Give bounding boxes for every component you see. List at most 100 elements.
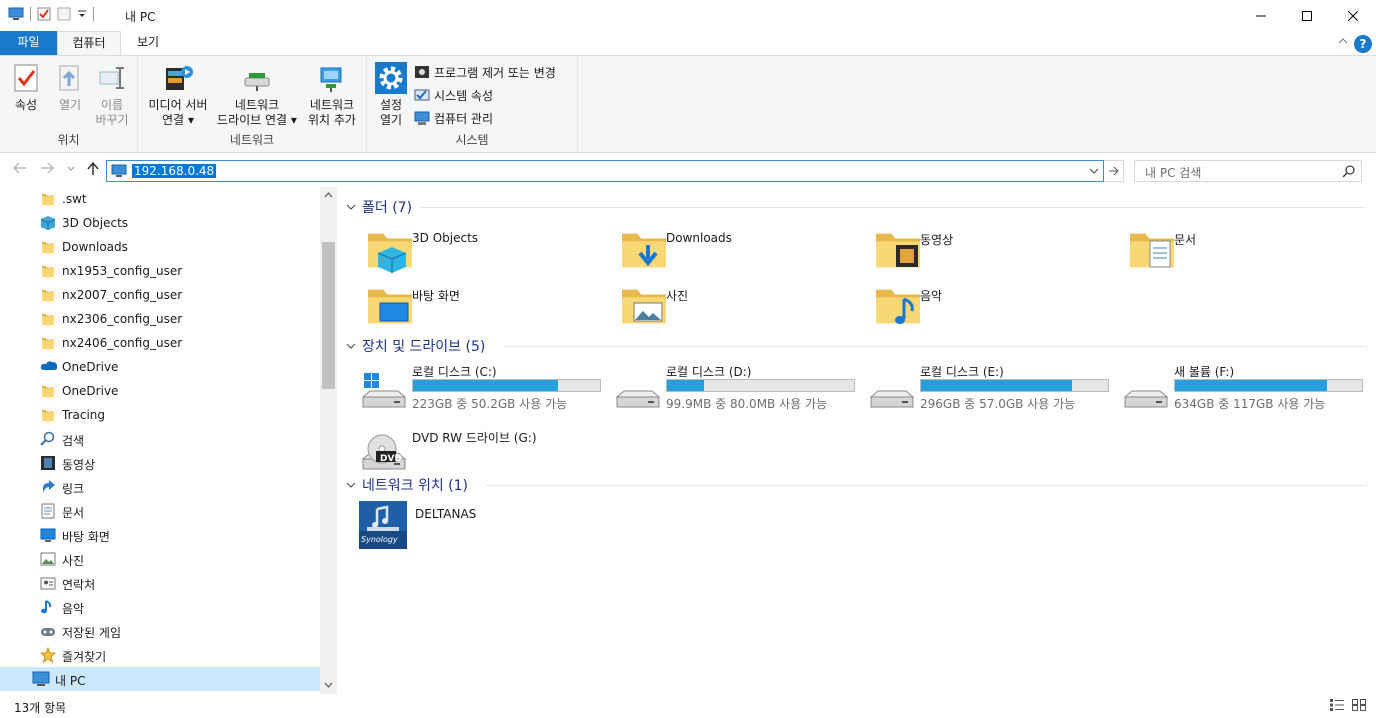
computer-management-button[interactable]: 컴퓨터 관리	[414, 108, 493, 128]
add-network-location-button[interactable]: 네트워크 위치 추가	[302, 62, 362, 128]
back-button[interactable]	[13, 162, 27, 174]
chevron-down-icon[interactable]	[1089, 168, 1099, 174]
folder-label: 사진	[666, 289, 689, 303]
folder-item[interactable]: 동영상	[874, 225, 1124, 275]
tab-view[interactable]: 보기	[121, 31, 175, 55]
folder-label: 동영상	[920, 233, 954, 247]
drive-usage-fill	[1175, 380, 1328, 391]
drive-name: 새 볼륨 (F:)	[1174, 365, 1235, 379]
properties-icon[interactable]	[37, 7, 51, 21]
tree-item[interactable]: .swt	[0, 187, 320, 211]
chevron-up-icon[interactable]	[1338, 37, 1348, 45]
details-view-icon[interactable]	[1330, 699, 1344, 711]
map-network-drive-button[interactable]: 네트워크 드라이브 연결 ▾	[214, 62, 300, 128]
tree-item[interactable]: 연락처	[0, 571, 320, 595]
video-icon	[40, 455, 56, 471]
this-pc-icon[interactable]	[8, 7, 24, 21]
tree-item-label: 문서	[62, 506, 85, 520]
maximize-button[interactable]	[1284, 0, 1330, 32]
tree-item[interactable]: 사진	[0, 547, 320, 571]
chevron-down-icon	[346, 343, 356, 349]
tree-item[interactable]: OneDrive	[0, 355, 320, 379]
search-input[interactable]: 내 PC 검색	[1145, 164, 1201, 181]
tree-item-label: nx2306_config_user	[62, 312, 183, 326]
open-icon	[54, 62, 86, 94]
new-folder-icon[interactable]	[57, 7, 71, 21]
drive-item[interactable]: 새 볼륨 (F:) 634GB 중 117GB 사용 가능	[1122, 365, 1372, 415]
tree-item[interactable]: 검색	[0, 427, 320, 451]
help-button[interactable]: ?	[1354, 35, 1372, 53]
drive-item[interactable]: 로컬 디스크 (E:) 296GB 중 57.0GB 사용 가능	[868, 365, 1118, 415]
folder-item[interactable]: 바탕 화면	[366, 281, 616, 331]
search-icon[interactable]	[1342, 165, 1355, 178]
folder-label: 음악	[920, 289, 943, 303]
drive-item[interactable]: DVD DVD RW 드라이브 (G:)	[360, 427, 610, 477]
customize-toolbar-icon[interactable]	[77, 9, 87, 19]
rename-button[interactable]: 이름 바꾸기	[92, 62, 132, 128]
network-location-item[interactable]: Synology DELTANAS	[359, 501, 609, 551]
folder-item[interactable]: Downloads	[620, 225, 870, 275]
tree-item-label: Downloads	[62, 240, 128, 254]
section-drives-header[interactable]: 장치 및 드라이브 (5)	[346, 336, 485, 356]
tree-item[interactable]: nx2406_config_user	[0, 331, 320, 355]
tree-item-label: 사진	[62, 554, 85, 568]
address-input[interactable]: 192.168.0.48	[132, 164, 217, 178]
folder-label: 바탕 화면	[412, 289, 460, 303]
tab-computer[interactable]: 컴퓨터	[57, 31, 121, 55]
minimize-button[interactable]	[1238, 0, 1284, 32]
tree-item[interactable]: 동영상	[0, 451, 320, 475]
folder-item[interactable]: 문서	[1128, 225, 1376, 275]
folder-item[interactable]: 사진	[620, 281, 870, 331]
scrollbar-thumb[interactable]	[322, 242, 335, 389]
tree-item[interactable]: 즐겨찾기	[0, 643, 320, 667]
properties-button[interactable]: 속성	[8, 62, 44, 113]
window-title: 내 PC	[125, 10, 156, 24]
tree-item[interactable]: 바탕 화면	[0, 523, 320, 547]
tab-file[interactable]: 파일	[0, 31, 57, 55]
section-network-header[interactable]: 네트워크 위치 (1)	[346, 475, 468, 495]
scroll-down-icon[interactable]	[324, 682, 333, 688]
tree-item[interactable]: 음악	[0, 595, 320, 619]
open-settings-button[interactable]: 설정 열기	[373, 62, 409, 128]
section-divider	[486, 485, 1366, 486]
tree-item[interactable]: 문서	[0, 499, 320, 523]
drive-name: 로컬 디스크 (D:)	[666, 365, 752, 379]
tree-item[interactable]: 링크	[0, 475, 320, 499]
up-button[interactable]	[87, 162, 99, 176]
folder-icon	[40, 407, 56, 423]
system-properties-button[interactable]: 시스템 속성	[414, 85, 493, 105]
tree-item[interactable]: Tracing	[0, 403, 320, 427]
tree-item-label: 즐겨찾기	[62, 650, 107, 664]
tree-item[interactable]: 저장된 게임	[0, 619, 320, 643]
forward-button[interactable]	[40, 162, 54, 174]
folder-item[interactable]: 음악	[874, 281, 1124, 331]
recent-locations-button[interactable]	[67, 166, 75, 172]
tree-item[interactable]: 3D Objects	[0, 211, 320, 235]
close-button[interactable]	[1330, 0, 1376, 32]
drive-free-space: 296GB 중 57.0GB 사용 가능	[920, 397, 1076, 411]
folder-item[interactable]: 3D Objects	[366, 225, 616, 275]
large-icons-view-icon[interactable]	[1352, 699, 1366, 711]
tree-item[interactable]: nx1953_config_user	[0, 259, 320, 283]
section-folders-header[interactable]: 폴더 (7)	[346, 197, 412, 217]
go-button[interactable]	[1104, 160, 1124, 182]
media-server-button[interactable]: 미디어 서버 연결 ▾	[144, 62, 212, 128]
tree-item[interactable]: OneDrive	[0, 379, 320, 403]
address-bar[interactable]: 192.168.0.48	[106, 160, 1104, 182]
drive-item[interactable]: 로컬 디스크 (D:) 99.9MB 중 80.0MB 사용 가능	[614, 365, 864, 415]
tree-item[interactable]: Downloads	[0, 235, 320, 259]
drive-usage-fill	[921, 380, 1073, 391]
open-button[interactable]: 열기	[52, 62, 88, 113]
this-pc-icon	[111, 164, 127, 178]
tree-item[interactable]: nx2306_config_user	[0, 307, 320, 331]
documents-folder-icon	[1128, 225, 1176, 273]
drive-name: 로컬 디스크 (C:)	[412, 365, 497, 379]
tree-item[interactable]: nx2007_config_user	[0, 283, 320, 307]
drive-usage-fill	[667, 380, 705, 391]
tree-item[interactable]: 내 PC	[0, 667, 320, 691]
scroll-up-icon[interactable]	[324, 192, 333, 198]
drive-free-space: 223GB 중 50.2GB 사용 가능	[412, 397, 568, 411]
drive-item[interactable]: 로컬 디스크 (C:) 223GB 중 50.2GB 사용 가능	[360, 365, 610, 415]
uninstall-program-button[interactable]: 프로그램 제거 또는 변경	[414, 62, 556, 82]
search-box[interactable]: 내 PC 검색	[1134, 160, 1362, 182]
